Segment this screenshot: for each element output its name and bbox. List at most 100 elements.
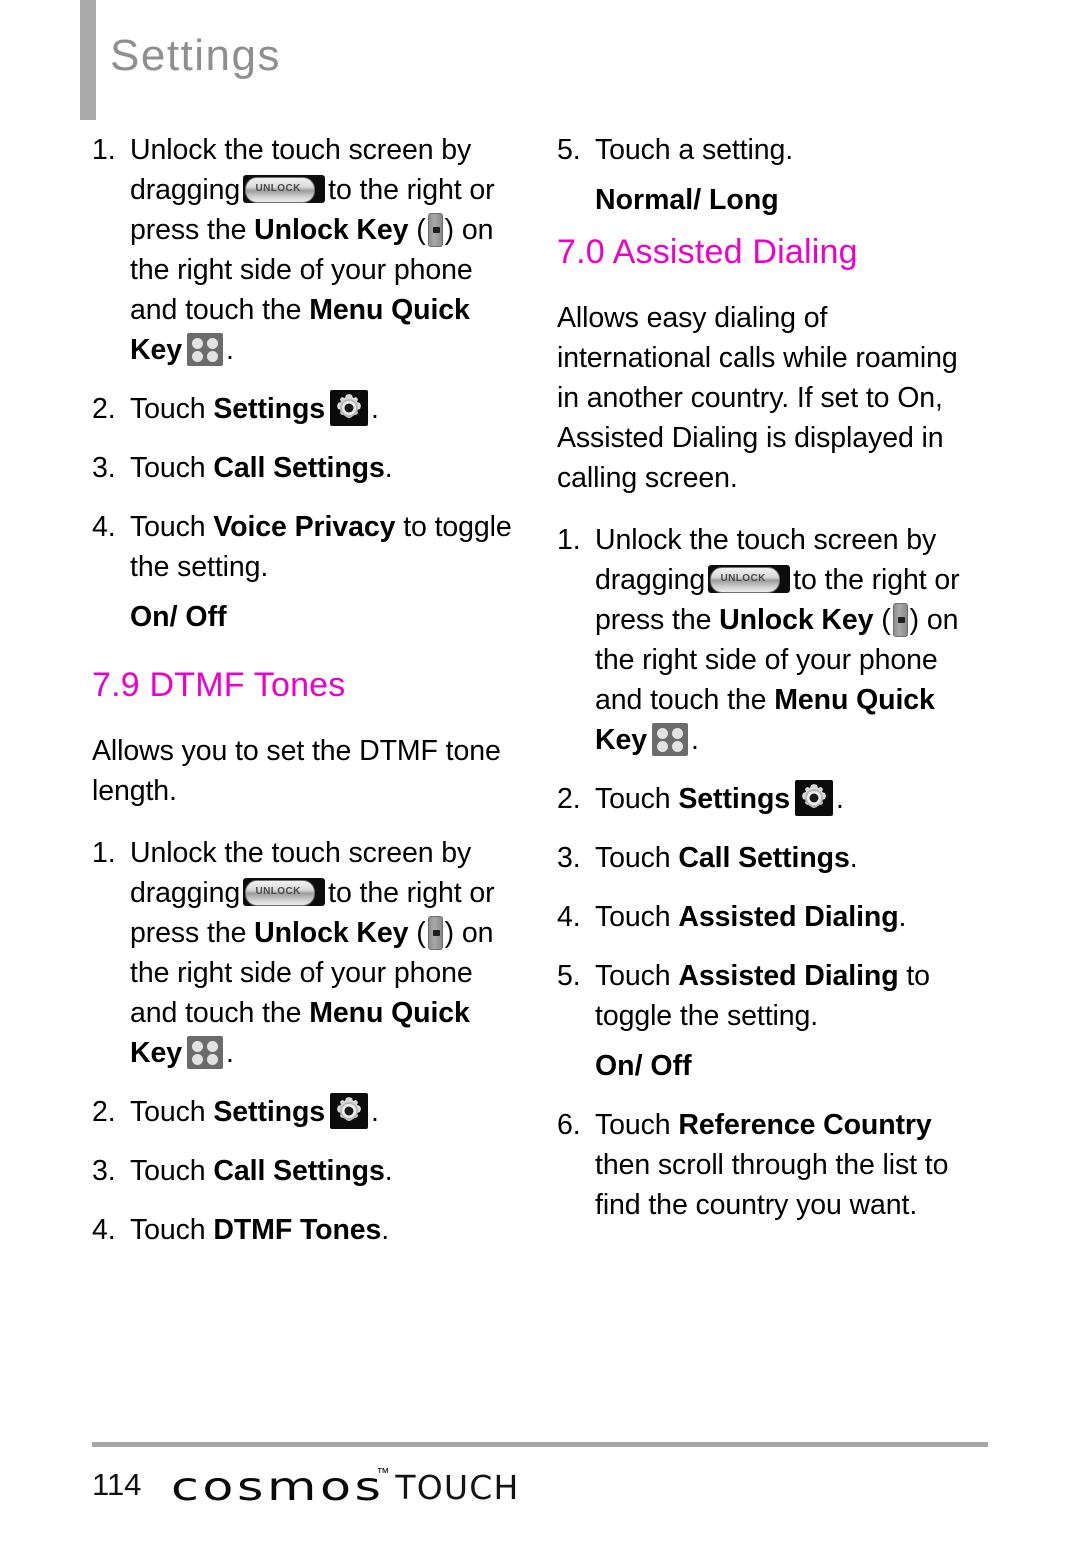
call-settings-label: Call Settings <box>678 842 850 874</box>
step-text-part-5: . <box>225 334 234 366</box>
step-toggle-assisted-dialing: 5. Touch Assisted Dialing to toggle the s… <box>557 956 982 1036</box>
unlock-step: 1. Unlock the touch screen by dragging UNL… <box>92 130 517 370</box>
step-touch-assisted-dialing: 4. Touch Assisted Dialing. <box>557 897 982 937</box>
call-settings-label: Call Settings <box>213 452 385 484</box>
step-text: Touch <box>130 1214 206 1246</box>
step-text-part-3: ( <box>416 214 426 246</box>
unlock-slider-label: UNLOCK <box>720 573 766 585</box>
voice-privacy-values: On/ Off <box>130 601 227 633</box>
settings-gear-icon <box>795 779 834 816</box>
unlock-key-label: Unlock Key <box>719 604 874 636</box>
step-touch-dtmf-tones: 4. Touch DTMF Tones. <box>92 1210 517 1250</box>
dot-bottom-left <box>191 1053 203 1065</box>
footer: 114 cosmos ™ TOUCH <box>92 1460 988 1510</box>
dot-bottom-left <box>191 350 203 362</box>
voice-privacy-label: Voice Privacy <box>213 511 396 543</box>
unlock-key-icon <box>427 212 443 247</box>
settings-gear-icon <box>330 389 369 426</box>
dot-top-right <box>671 727 683 739</box>
footer-divider <box>92 1442 988 1447</box>
step-touch-call-settings: 3. Touch Call Settings. <box>92 1151 517 1191</box>
step-number: 3. <box>92 1155 116 1187</box>
step-text: Touch <box>595 1109 671 1141</box>
step-number: 3. <box>557 842 581 874</box>
step-text: Touch <box>595 842 671 874</box>
assisted-dialing-label: Assisted Dialing <box>678 901 899 933</box>
step-period: . <box>384 452 393 484</box>
step-text: Touch <box>130 1155 206 1187</box>
unlock-step: 1. Unlock the touch screen by dragging UNL… <box>92 833 517 1073</box>
step-period: . <box>371 1096 379 1128</box>
step-period: . <box>849 842 858 874</box>
step-period: . <box>381 1214 390 1246</box>
step-text-part-3: ( <box>416 917 426 949</box>
page-title: Settings <box>110 31 281 80</box>
step-number: 3. <box>92 452 116 484</box>
header-accent-bar <box>80 0 96 120</box>
step-number: 1. <box>92 134 116 166</box>
brand-sub-name: TOUCH <box>395 1468 520 1507</box>
step-text: Touch <box>130 393 206 425</box>
step-text: Touch <box>130 452 206 484</box>
step-text: Touch <box>595 783 671 815</box>
step-touch-call-settings: 3. Touch Call Settings. <box>92 448 517 488</box>
brand-logo: cosmos ™ TOUCH <box>171 1460 519 1510</box>
settings-label: Settings <box>678 783 791 815</box>
step-number: 1. <box>557 524 581 556</box>
step-touch-call-settings: 3. Touch Call Settings. <box>557 838 982 878</box>
step-number: 6. <box>557 1109 581 1141</box>
step-number: 2. <box>92 393 116 425</box>
step-period: . <box>384 1155 393 1187</box>
step-number: 2. <box>557 783 581 815</box>
unlock-slider-label: UNLOCK <box>255 183 301 195</box>
settings-label: Settings <box>213 393 326 425</box>
dot-bottom-right <box>671 740 683 752</box>
step-number: 4. <box>557 901 581 933</box>
unlock-key-label: Unlock Key <box>254 214 409 246</box>
step-touch-settings: 2. Touch Settings. <box>557 779 982 819</box>
unlock-key-icon <box>892 602 908 637</box>
dtmf-description: Allows you to set the DTMF tone length. <box>92 735 501 807</box>
dot-bottom-left <box>656 740 668 752</box>
brand-name: cosmos <box>171 1464 385 1510</box>
unlock-key-label: Unlock Key <box>254 917 409 949</box>
step-text: Touch <box>130 1096 206 1128</box>
dot-bottom-right <box>206 1053 218 1065</box>
step-number: 4. <box>92 511 116 543</box>
dot-top-left <box>191 337 203 349</box>
step-period: . <box>836 783 844 815</box>
unlock-slider-label: UNLOCK <box>255 886 301 898</box>
page-number: 114 <box>92 1467 142 1502</box>
assisted-dialing-label: Assisted Dialing <box>678 960 899 992</box>
settings-gear-icon <box>330 1092 369 1129</box>
step-period: . <box>371 393 379 425</box>
dot-bottom-right <box>206 350 218 362</box>
step-text: Touch <box>130 511 206 543</box>
section-heading-assisted-dialing: 7.0 Assisted Dialing <box>557 233 858 271</box>
step-text-part-5: . <box>690 724 699 756</box>
step-text-tail: then scroll through the list to find the… <box>595 1149 949 1221</box>
step-text: Touch <box>595 901 671 933</box>
step-reference-country: 6. Touch Reference Country then scroll th… <box>557 1105 982 1225</box>
unlock-slider-icon: UNLOCK <box>243 878 326 907</box>
right-column: 5. Touch a setting. Normal/ Long 7.0 Assi… <box>557 130 982 1244</box>
menu-quick-key-icon <box>186 332 223 366</box>
call-settings-label: Call Settings <box>213 1155 385 1187</box>
step-number: 4. <box>92 1214 116 1246</box>
dtmf-tone-values: Normal/ Long <box>595 184 779 216</box>
unlock-step: 1. Unlock the touch screen by dragging UNL… <box>557 520 982 760</box>
step-touch-a-setting: 5. Touch a setting. <box>557 130 982 170</box>
step-number: 5. <box>557 960 581 992</box>
step-number: 1. <box>92 837 116 869</box>
unlock-key-icon <box>427 915 443 950</box>
unlock-slider-icon: UNLOCK <box>708 565 791 594</box>
reference-country-label: Reference Country <box>678 1109 932 1141</box>
step-touch-settings: 2. Touch Settings. <box>92 389 517 429</box>
step-text-part-5: . <box>225 1037 234 1069</box>
step-touch-voice-privacy: 4. Touch Voice Privacy to toggle the sett… <box>92 507 517 587</box>
assisted-dialing-values: On/ Off <box>595 1050 692 1082</box>
trademark-symbol: ™ <box>376 1465 390 1480</box>
assisted-dialing-description: Allows easy dialing of international cal… <box>557 302 958 494</box>
menu-quick-key-icon <box>186 1035 223 1069</box>
step-period: . <box>898 901 907 933</box>
